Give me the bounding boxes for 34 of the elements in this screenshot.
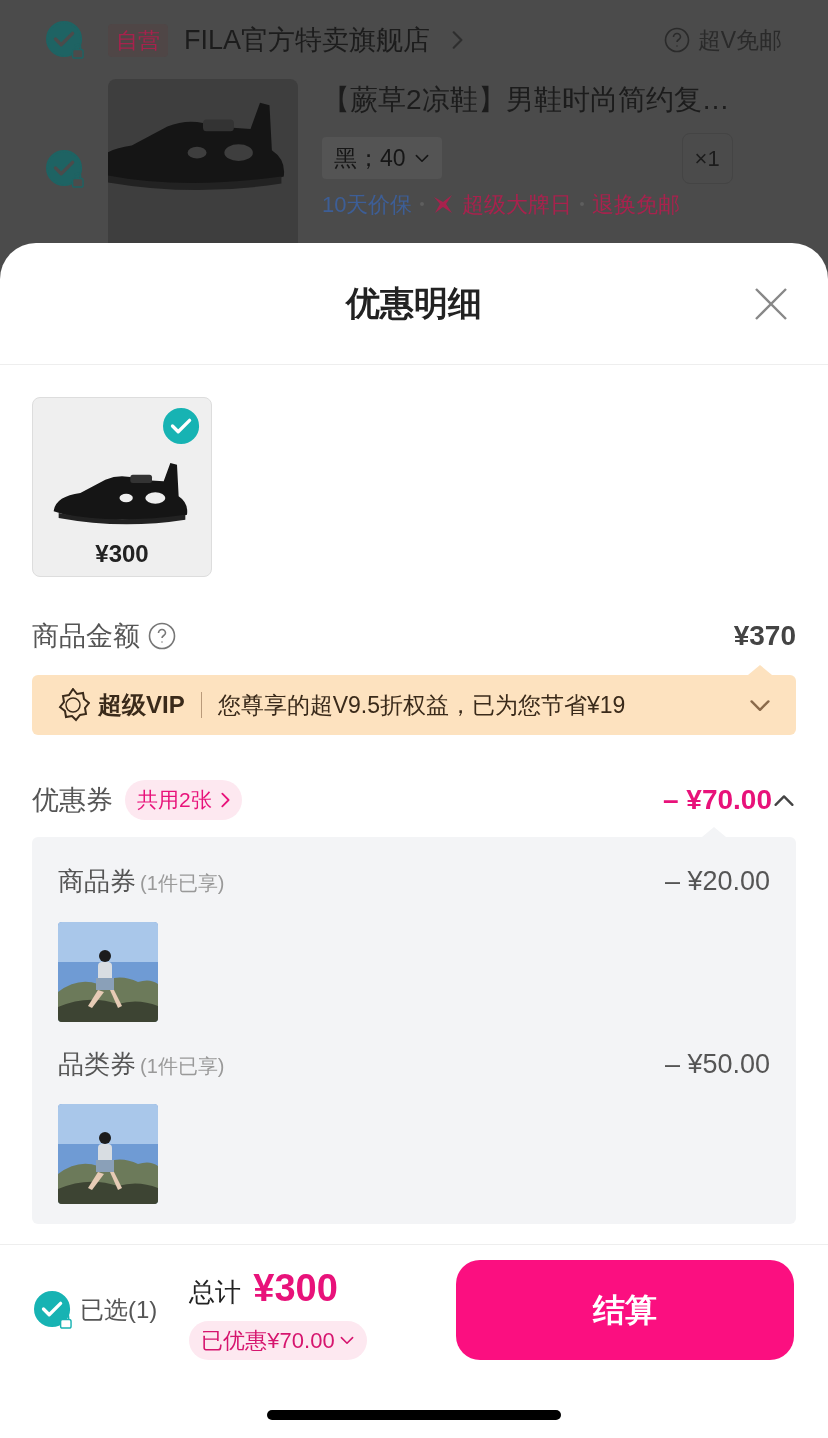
coupon-label: 优惠券 xyxy=(32,783,113,817)
checkbox-icon[interactable] xyxy=(163,408,201,446)
goods-amount: ¥370 xyxy=(733,619,796,653)
total-label: 总计 xyxy=(189,1275,242,1309)
checkbox-icon[interactable] xyxy=(46,149,84,188)
product-thumbnail[interactable]: ¥300 xyxy=(32,397,212,577)
goods-amount-label: 商品金额 xyxy=(32,619,140,653)
coupon-total: – ¥70.00 xyxy=(663,783,772,817)
coupon-note: (1件已享) xyxy=(140,871,225,896)
item-price: ¥300 xyxy=(95,539,149,569)
vip-badge-icon xyxy=(56,688,90,722)
vip-label: 超级VIP xyxy=(98,690,185,720)
promo-tag: 10天价保 xyxy=(322,187,413,221)
coupon-note: (1件已享) xyxy=(140,1053,225,1079)
sheet-title: 优惠明细 xyxy=(346,283,482,324)
discount-badge[interactable]: 已优惠¥70.00 xyxy=(189,1320,367,1360)
promo-tag: 超级大牌日 xyxy=(462,187,573,221)
help-icon[interactable] xyxy=(148,622,176,650)
coupon-type: 品类券 xyxy=(58,1047,136,1081)
checkout-button[interactable]: 结算 xyxy=(456,1259,794,1360)
callout-pointer xyxy=(748,665,772,675)
promo-tag: 退换免邮 xyxy=(592,187,681,221)
checkbox-icon[interactable] xyxy=(46,21,84,60)
coupon-amount: – ¥20.00 xyxy=(664,865,770,898)
store-badge: 自营 xyxy=(108,23,168,57)
coupon-count-badge[interactable]: 共用2张 xyxy=(125,780,242,820)
close-button[interactable] xyxy=(754,287,788,321)
checkbox-icon[interactable] xyxy=(34,1290,72,1329)
vip-message: 您尊享的超V9.5折权益，已为您节省¥19 xyxy=(217,690,626,720)
coupon-type: 商品券 xyxy=(58,865,136,898)
variant-selector[interactable]: 黑；40 xyxy=(322,136,442,180)
total-price: ¥300 xyxy=(253,1265,338,1311)
selected-count: 已选(1) xyxy=(80,1294,158,1325)
coupon-amount: – ¥50.00 xyxy=(664,1047,770,1081)
